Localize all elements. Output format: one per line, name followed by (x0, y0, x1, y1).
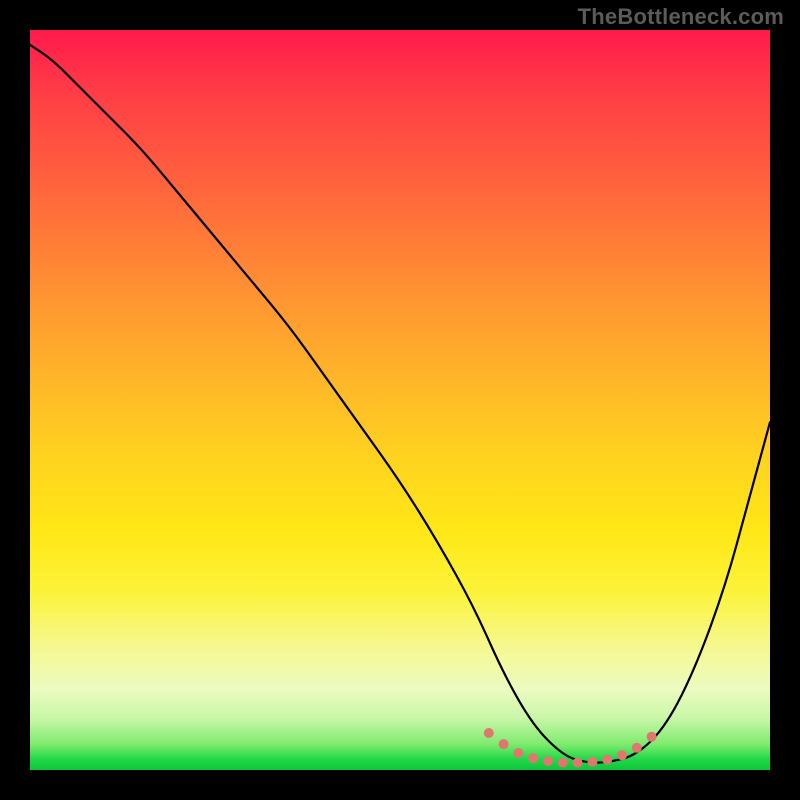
bottleneck-curve-path (30, 45, 770, 763)
optimal-marker (543, 756, 553, 766)
optimal-marker (513, 748, 523, 758)
chart-frame: TheBottleneck.com (0, 0, 800, 800)
optimal-marker (573, 758, 583, 768)
optimal-marker (499, 739, 509, 749)
optimal-marker (528, 753, 538, 763)
watermark-text: TheBottleneck.com (578, 4, 784, 30)
optimal-marker (632, 743, 642, 753)
optimal-marker (587, 757, 597, 767)
optimal-marker (617, 750, 627, 760)
optimal-range-marker-group (484, 728, 657, 768)
optimal-marker (558, 758, 568, 768)
curve-overlay (30, 30, 770, 770)
optimal-marker (647, 732, 657, 742)
optimal-marker (484, 728, 494, 738)
optimal-marker (602, 755, 612, 765)
